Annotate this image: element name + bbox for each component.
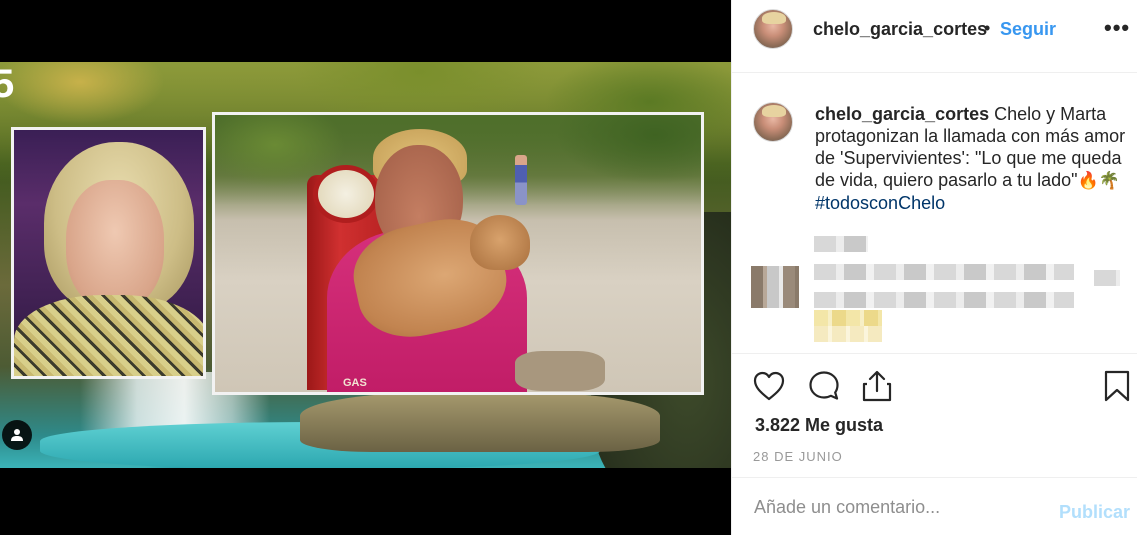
- studio-jacket: [14, 295, 203, 376]
- beach-frame: GAS: [212, 112, 704, 395]
- post-date[interactable]: 28 DE JUNIO: [753, 449, 843, 464]
- user-icon: [11, 429, 23, 441]
- blurred-comment-meta: [814, 236, 868, 252]
- bookmark-icon[interactable]: [1100, 369, 1134, 403]
- caption-avatar[interactable]: [753, 102, 793, 142]
- comment-input[interactable]: [754, 490, 1054, 524]
- dog-head: [470, 215, 530, 270]
- caption-username[interactable]: chelo_garcia_cortes: [815, 104, 989, 124]
- share-icon[interactable]: [860, 369, 894, 403]
- blurred-comment-side: [1094, 270, 1120, 286]
- follow-button[interactable]: Seguir: [1000, 19, 1056, 40]
- blurred-comment-line-2: [814, 292, 1074, 308]
- comments-section: chelo_garcia_cortes Chelo y Marta protag…: [732, 74, 1137, 354]
- tagged-user-button[interactable]: [2, 420, 32, 450]
- beach-cloth: [515, 351, 605, 391]
- image-rocks: [300, 392, 660, 452]
- publish-button[interactable]: Publicar: [1059, 502, 1130, 523]
- post-sidebar: chelo_garcia_cortes • Seguir ••• chelo_g…: [731, 0, 1137, 535]
- heart-icon[interactable]: [752, 369, 786, 403]
- gas-pump-top: [313, 165, 379, 223]
- beach-far-person: [515, 155, 527, 205]
- caption-hashtag[interactable]: #todosconChelo: [815, 193, 945, 213]
- more-options-icon[interactable]: •••: [1104, 15, 1130, 41]
- blurred-comment-line-1: [814, 264, 1074, 280]
- studio-frame: [11, 127, 206, 379]
- post-image: 5 GAS: [0, 62, 731, 468]
- blurred-avatar: [751, 266, 799, 308]
- blurred-comment-emoji-2: [814, 326, 882, 342]
- post-caption: chelo_garcia_cortes Chelo y Marta protag…: [815, 103, 1127, 214]
- header-username[interactable]: chelo_garcia_cortes: [813, 19, 987, 40]
- post-header: chelo_garcia_cortes • Seguir •••: [732, 0, 1137, 73]
- comment-icon[interactable]: [807, 369, 841, 403]
- caption-emoji: 🔥🌴: [1077, 171, 1120, 190]
- likes-count[interactable]: 3.822 Me gusta: [755, 415, 883, 436]
- header-separator: •: [984, 18, 991, 38]
- avatar[interactable]: [753, 9, 793, 49]
- channel-number: 5: [0, 62, 15, 106]
- comment-form: Publicar: [732, 477, 1137, 535]
- post-actions: [732, 356, 1137, 416]
- studio-face: [66, 180, 164, 310]
- blurred-comment-emoji: [814, 310, 882, 326]
- post-media[interactable]: 5 GAS: [0, 0, 731, 535]
- gas-pump-label: GAS: [343, 377, 367, 389]
